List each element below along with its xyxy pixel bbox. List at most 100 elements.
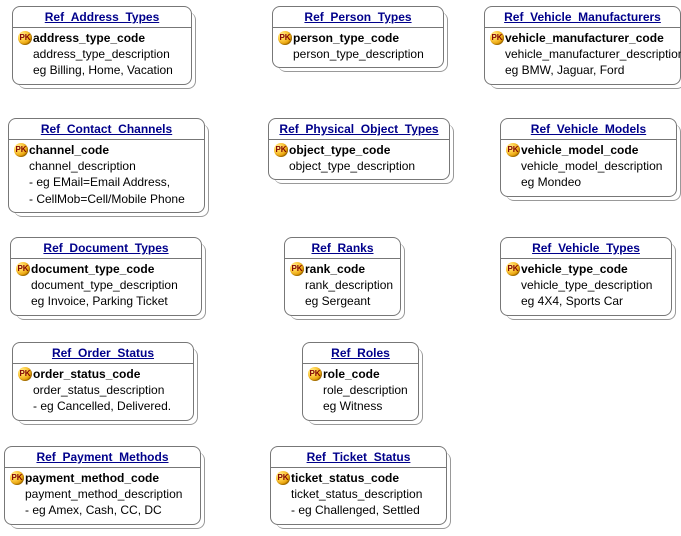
pk-indicator-slot: PK xyxy=(289,262,305,276)
entity-body: PKchannel_codechannel_description- eg EM… xyxy=(9,140,204,212)
attribute-text: rank_description xyxy=(305,277,393,293)
attribute-text: payment_method_description xyxy=(25,486,182,502)
entity-ref-vehicle-manufacturers: Ref_Vehicle_ManufacturersPKvehicle_manuf… xyxy=(484,6,681,85)
pk-indicator-slot: PK xyxy=(277,31,293,45)
attribute-text: person_type_description xyxy=(293,46,424,62)
attribute-text: rank_code xyxy=(305,261,365,277)
attribute-text: eg BMW, Jaguar, Ford xyxy=(505,62,624,78)
attribute-row: - eg Amex, Cash, CC, DC xyxy=(9,502,190,518)
attribute-text: role_description xyxy=(323,382,408,398)
pk-indicator-slot: PK xyxy=(307,367,323,381)
entity-body: PKvehicle_model_codevehicle_model_descri… xyxy=(501,140,676,196)
entity-ref-ranks: Ref_RanksPKrank_coderank_descriptioneg S… xyxy=(284,237,401,316)
pk-indicator-slot: PK xyxy=(489,31,505,45)
attribute-row: order_status_description xyxy=(17,382,183,398)
attribute-row: object_type_description xyxy=(273,158,439,174)
entity-title: Ref_Physical_Object_Types xyxy=(269,119,449,140)
attribute-text: vehicle_model_code xyxy=(521,142,638,158)
attribute-text: address_type_description xyxy=(33,46,170,62)
attribute-text: eg Sergeant xyxy=(305,293,370,309)
attribute-text: person_type_code xyxy=(293,30,399,46)
attribute-row: - eg EMail=Email Address, xyxy=(13,174,194,190)
entity-body: PKvehicle_manufacturer_codevehicle_manuf… xyxy=(485,28,680,84)
attribute-row: eg 4X4, Sports Car xyxy=(505,293,661,309)
attribute-text: eg Invoice, Parking Ticket xyxy=(31,293,168,309)
attribute-row: eg Billing, Home, Vacation xyxy=(17,62,181,78)
attribute-text: object_type_description xyxy=(289,158,415,174)
entity-title: Ref_Person_Types xyxy=(273,7,443,28)
attribute-row: PKdocument_type_code xyxy=(15,261,191,277)
attribute-row: PKrank_code xyxy=(289,261,390,277)
attribute-row: PKobject_type_code xyxy=(273,142,439,158)
entity-ref-vehicle-models: Ref_Vehicle_ModelsPKvehicle_model_codeve… xyxy=(500,118,677,197)
entity-ref-physical-object-types: Ref_Physical_Object_Types PKobject_type_c… xyxy=(268,118,450,180)
pk-indicator-slot: PK xyxy=(273,143,289,157)
attribute-row: eg Mondeo xyxy=(505,174,666,190)
primary-key-icon: PK xyxy=(16,262,30,276)
attribute-row: PKchannel_code xyxy=(13,142,194,158)
attribute-text: order_status_description xyxy=(33,382,164,398)
pk-indicator-slot: PK xyxy=(275,471,291,485)
attribute-text: eg Mondeo xyxy=(521,174,581,190)
pk-indicator-slot: PK xyxy=(505,262,521,276)
entity-ref-ticket-status: Ref_Ticket_StatusPKticket_status_codetic… xyxy=(270,446,447,525)
entity-body: PKorder_status_codeorder_status_descript… xyxy=(13,364,193,420)
primary-key-icon: PK xyxy=(506,143,520,157)
pk-indicator-slot: PK xyxy=(15,262,31,276)
entity-body: PKrank_coderank_descriptioneg Sergeant xyxy=(285,259,400,315)
attribute-text: vehicle_type_code xyxy=(521,261,628,277)
attribute-text: vehicle_manufacturer_code xyxy=(505,30,664,46)
primary-key-icon: PK xyxy=(14,143,28,157)
attribute-row: role_description xyxy=(307,382,408,398)
attribute-row: vehicle_model_description xyxy=(505,158,666,174)
attribute-text: payment_method_code xyxy=(25,470,159,486)
attribute-row: - CellMob=Cell/Mobile Phone xyxy=(13,191,194,207)
attribute-row: address_type_description xyxy=(17,46,181,62)
pk-indicator-slot: PK xyxy=(505,143,521,157)
pk-indicator-slot: PK xyxy=(9,471,25,485)
attribute-text: - eg Amex, Cash, CC, DC xyxy=(25,502,162,518)
entity-body: PKdocument_type_codedocument_type_descri… xyxy=(11,259,201,315)
pk-indicator-slot: PK xyxy=(13,143,29,157)
primary-key-icon: PK xyxy=(18,31,32,45)
attribute-row: PKvehicle_type_code xyxy=(505,261,661,277)
entity-body: PKticket_status_codeticket_status_descri… xyxy=(271,468,446,524)
entity-title: Ref_Ticket_Status xyxy=(271,447,446,468)
entity-body: PKaddress_type_codeaddress_type_descript… xyxy=(13,28,191,84)
attribute-row: - eg Cancelled, Delivered. xyxy=(17,398,183,414)
attribute-row: vehicle_manufacturer_description xyxy=(489,46,670,62)
primary-key-icon: PK xyxy=(308,367,322,381)
pk-indicator-slot: PK xyxy=(17,367,33,381)
attribute-row: eg Sergeant xyxy=(289,293,390,309)
entity-title: Ref_Contact_Channels xyxy=(9,119,204,140)
attribute-text: eg Billing, Home, Vacation xyxy=(33,62,173,78)
entity-title: Ref_Payment_Methods xyxy=(5,447,200,468)
attribute-text: vehicle_manufacturer_description xyxy=(505,46,681,62)
attribute-text: object_type_code xyxy=(289,142,390,158)
entity-body: PKperson_type_codeperson_type_descriptio… xyxy=(273,28,443,67)
attribute-row: ticket_status_description xyxy=(275,486,436,502)
attribute-text: document_type_description xyxy=(31,277,178,293)
primary-key-icon: PK xyxy=(10,471,24,485)
entity-ref-person-types: Ref_Person_TypesPKperson_type_codeperson… xyxy=(272,6,444,68)
attribute-row: PKpayment_method_code xyxy=(9,470,190,486)
entity-title: Ref_Roles xyxy=(303,343,418,364)
attribute-text: address_type_code xyxy=(33,30,145,46)
entity-title: Ref_Vehicle_Types xyxy=(501,238,671,259)
attribute-text: document_type_code xyxy=(31,261,154,277)
primary-key-icon: PK xyxy=(490,31,504,45)
attribute-row: eg Witness xyxy=(307,398,408,414)
attribute-row: - eg Challenged, Settled xyxy=(275,502,436,518)
attribute-text: channel_code xyxy=(29,142,109,158)
attribute-row: eg BMW, Jaguar, Ford xyxy=(489,62,670,78)
attribute-text: - CellMob=Cell/Mobile Phone xyxy=(29,191,185,207)
attribute-text: - eg EMail=Email Address, xyxy=(29,174,170,190)
entity-body: PKpayment_method_codepayment_method_desc… xyxy=(5,468,200,524)
entity-ref-document-types: Ref_Document_TypesPKdocument_type_codedo… xyxy=(10,237,202,316)
attribute-row: document_type_description xyxy=(15,277,191,293)
attribute-row: person_type_description xyxy=(277,46,433,62)
primary-key-icon: PK xyxy=(274,143,288,157)
entity-ref-address-types: Ref_Address_TypesPKaddress_type_codeaddr… xyxy=(12,6,192,85)
attribute-row: PKorder_status_code xyxy=(17,366,183,382)
primary-key-icon: PK xyxy=(290,262,304,276)
